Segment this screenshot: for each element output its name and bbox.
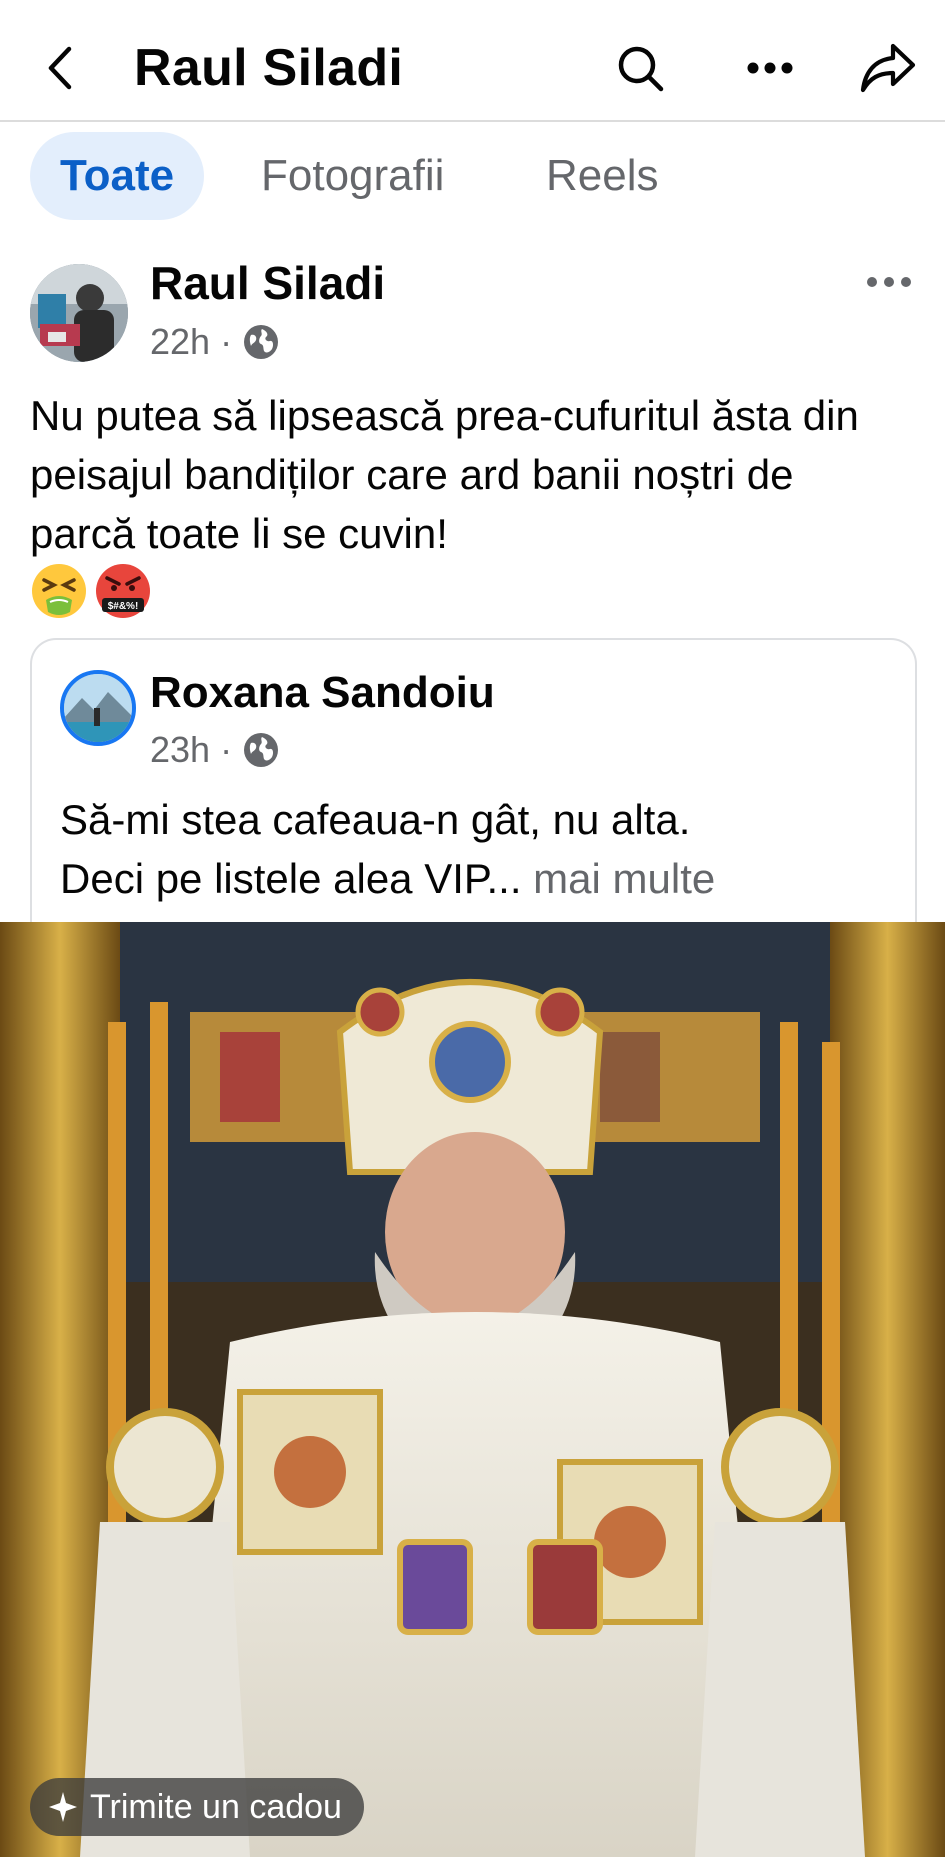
meta-separator: · <box>220 729 233 770</box>
post-photo[interactable] <box>0 922 945 1857</box>
send-gift-button[interactable]: Trimite un cadou <box>30 1778 364 1836</box>
shared-text-line-1: Să-mi stea cafeaua-n gât, nu alta. <box>60 796 691 843</box>
shared-post-text: Să-mi stea cafeaua-n gât, nu alta. Deci … <box>60 790 890 908</box>
back-button[interactable] <box>38 38 82 98</box>
shared-text-truncated: Deci pe listele alea VIP... <box>60 855 522 902</box>
tab-reels[interactable]: Reels <box>516 132 689 220</box>
globe-icon <box>244 733 279 767</box>
see-more-link[interactable]: mai multe <box>533 855 715 902</box>
shared-author-name[interactable]: Roxana Sandoiu <box>150 666 495 720</box>
search-button[interactable] <box>610 38 670 98</box>
share-icon <box>860 43 916 93</box>
send-gift-label: Trimite un cadou <box>90 1787 342 1826</box>
page-title: Raul Siladi <box>134 39 404 97</box>
share-button[interactable] <box>858 38 918 98</box>
post-meta: 22h · <box>150 318 280 366</box>
back-arrow-icon <box>48 46 72 90</box>
top-bar: Raul Siladi <box>0 0 945 122</box>
post-author-name[interactable]: Raul Siladi <box>150 255 385 311</box>
gift-sparkle-icon <box>49 1792 77 1822</box>
post-time[interactable]: 22h <box>150 318 210 366</box>
filter-tabs: Toate Fotografii Reels <box>0 130 945 222</box>
face-with-symbols-on-mouth-emoji: $#&%! <box>94 562 152 620</box>
more-options-icon <box>747 62 793 74</box>
shared-text-line-2: Deci pe listele alea VIP... mai multe <box>60 849 890 908</box>
more-options-icon <box>867 277 911 287</box>
shared-post-meta: 23h · <box>150 726 280 774</box>
globe-icon <box>244 325 279 359</box>
post-text: Nu putea să lipsească prea-cufuritul ăst… <box>30 392 859 557</box>
post-emojis: $#&%! <box>30 562 152 622</box>
post-options-button[interactable] <box>859 262 919 302</box>
tab-fotografii[interactable]: Fotografii <box>231 132 474 220</box>
tired-face-emoji <box>30 562 88 620</box>
tab-toate[interactable]: Toate <box>30 132 205 220</box>
more-options-button[interactable] <box>740 38 800 98</box>
shared-author-avatar[interactable] <box>60 670 136 746</box>
shared-post-time[interactable]: 23h <box>150 726 210 774</box>
svg-text:$#&%!: $#&%! <box>108 601 139 612</box>
author-avatar[interactable] <box>30 264 128 362</box>
meta-separator: · <box>220 321 233 362</box>
search-icon <box>618 46 664 92</box>
